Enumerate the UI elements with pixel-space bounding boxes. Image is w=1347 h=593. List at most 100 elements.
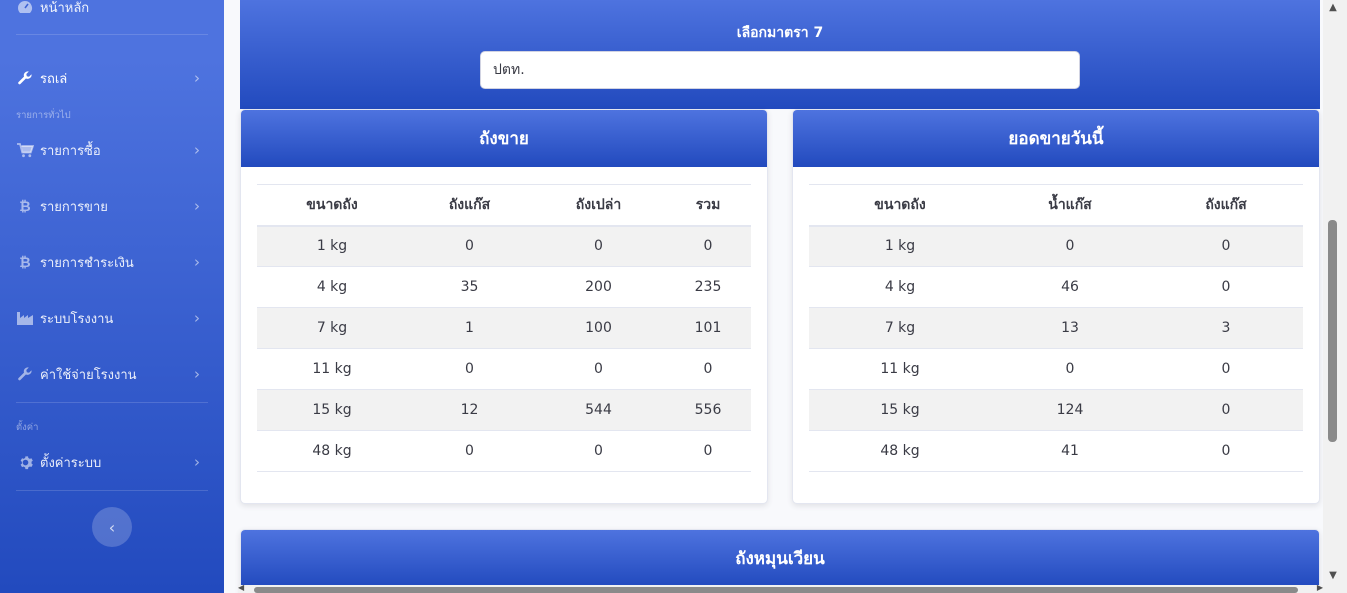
sidebar-item-dashboard[interactable]: หน้าหลัก (0, 0, 224, 22)
sidebar-item-payments[interactable]: ₿ รายการชำระเงิน › (0, 247, 224, 277)
table-cell: 1 (407, 307, 532, 349)
sidebar-item-settings[interactable]: ตั้งค่าระบบ › (0, 447, 224, 477)
table-cell: 0 (407, 225, 532, 267)
table-row: 48 kg 41 0 (809, 430, 1303, 472)
horizontal-scrollbar[interactable]: ◀ ▶ (238, 583, 1323, 593)
table-cell: 48 kg (257, 430, 407, 472)
scroll-right-arrow-icon[interactable]: ▶ (1317, 583, 1323, 592)
scrollbar-thumb[interactable] (254, 587, 1298, 593)
gauge-icon (16, 0, 34, 15)
stock-table-body: 1 kg 0 0 0 4 kg 35 200 235 7 kg 1 100 101 11 kg 0 0 0 15… (257, 225, 751, 472)
sales-table: ขนาดถัง น้ำแก๊ส ถังแก๊ส 1 kg 0 0 4 kg 46 0 7 k… (809, 184, 1303, 472)
table-cell: 4 kg (257, 266, 407, 308)
scrollbar-thumb[interactable] (1328, 220, 1337, 442)
scroll-left-arrow-icon[interactable]: ◀ (238, 583, 244, 592)
table-cell: 15 kg (257, 389, 407, 431)
chevron-right-icon: › (194, 141, 200, 159)
factory-icon (16, 310, 34, 326)
table-cell: 7 kg (257, 307, 407, 349)
table-cell: 11 kg (809, 348, 991, 390)
table-row: 7 kg 13 3 (809, 307, 1303, 349)
sidebar-item-label: รายการชำระเงิน (40, 255, 134, 271)
sidebar-collapse-button[interactable]: ‹ (92, 507, 132, 547)
table-cell: 0 (665, 225, 751, 267)
table-cell: 0 (532, 225, 665, 267)
stock-card: ถังขาย ขนาดถัง ถังแก๊ส ถังเปล่า รวม 1 kg… (240, 109, 768, 504)
bitcoin-icon: ₿ (19, 254, 31, 271)
sales-today-card: ยอดขายวันนี้ ขนาดถัง น้ำแก๊ส ถังแก๊ส 1 k… (792, 109, 1320, 504)
table-cell: 0 (1149, 225, 1303, 267)
sidebar-item-label: รายการซื้อ (40, 143, 101, 159)
table-cell: 41 (991, 430, 1149, 472)
sidebar-item-factory[interactable]: ระบบโรงงาน › (0, 303, 224, 333)
column-header: น้ำแก๊ส (991, 184, 1149, 227)
sidebar-item-sales[interactable]: ₿ รายการขาย › (0, 191, 224, 221)
table-cell: 0 (532, 348, 665, 390)
table-cell: 1 kg (257, 225, 407, 267)
section-banner: เลือกมาตรา 7 ปตท. (240, 0, 1320, 109)
vertical-scrollbar[interactable]: ▲ ▼ (1323, 0, 1347, 593)
column-header: รวม (665, 184, 751, 227)
cart-icon (16, 142, 34, 158)
table-row: 11 kg 0 0 (809, 348, 1303, 390)
table-cell: 48 kg (809, 430, 991, 472)
table-cell: 200 (532, 266, 665, 308)
table-cell: 15 kg (809, 389, 991, 431)
table-row: 1 kg 0 0 (809, 225, 1303, 267)
section-select[interactable]: ปตท. (480, 51, 1080, 89)
wrench-icon (16, 366, 34, 382)
table-cell: 556 (665, 389, 751, 431)
sidebar-item-factory-expenses[interactable]: ค่าใช้จ่ายโรงงาน › (0, 359, 224, 389)
table-cell: 7 kg (809, 307, 991, 349)
sidebar-heading-settings: ตั้งค่า (16, 422, 39, 433)
table-row: 11 kg 0 0 0 (257, 348, 751, 390)
table-cell: 0 (407, 348, 532, 390)
table-cell: 0 (665, 430, 751, 472)
table-cell: 0 (665, 348, 751, 390)
chevron-left-icon: ‹ (108, 517, 116, 537)
sidebar-item-purchases[interactable]: รายการซื้อ › (0, 135, 224, 165)
stock-card-title: ถังขาย (241, 110, 767, 167)
sidebar-divider (16, 34, 208, 35)
column-header: ถังเปล่า (532, 184, 665, 227)
table-row: 4 kg 35 200 235 (257, 266, 751, 308)
column-header: ถังแก๊ส (407, 184, 532, 227)
table-cell: 0 (1149, 430, 1303, 472)
table-cell: 0 (1149, 266, 1303, 308)
sidebar-item-trucks[interactable]: รถเล่ › (0, 63, 224, 93)
scroll-up-arrow-icon[interactable]: ▲ (1325, 0, 1341, 16)
chevron-right-icon: › (194, 253, 200, 271)
sidebar-item-label: รายการขาย (40, 199, 108, 215)
sidebar-item-label: ระบบโรงงาน (40, 311, 114, 327)
table-cell: 46 (991, 266, 1149, 308)
chevron-right-icon: › (194, 453, 200, 471)
table-row: 1 kg 0 0 0 (257, 225, 751, 267)
chevron-right-icon: › (194, 69, 200, 87)
table-cell: 0 (407, 430, 532, 472)
table-cell: 544 (532, 389, 665, 431)
column-header: ขนาดถัง (257, 184, 407, 227)
table-cell: 0 (532, 430, 665, 472)
table-cell: 3 (1149, 307, 1303, 349)
banner-title: เลือกมาตรา 7 (736, 25, 824, 41)
table-row: 48 kg 0 0 0 (257, 430, 751, 472)
table-header-row: ขนาดถัง น้ำแก๊ส ถังแก๊ส (809, 184, 1303, 227)
table-row: 4 kg 46 0 (809, 266, 1303, 308)
table-cell: 0 (991, 225, 1149, 267)
table-cell: 0 (991, 348, 1149, 390)
sales-card-title: ยอดขายวันนี้ (793, 110, 1319, 167)
column-header: ถังแก๊ส (1149, 184, 1303, 227)
table-cell: 235 (665, 266, 751, 308)
table-cell: 11 kg (257, 348, 407, 390)
column-header: ขนาดถัง (809, 184, 991, 227)
sidebar-divider (16, 402, 208, 403)
scroll-down-arrow-icon[interactable]: ▼ (1325, 568, 1341, 584)
table-cell: 12 (407, 389, 532, 431)
table-header-row: ขนาดถัง ถังแก๊ส ถังเปล่า รวม (257, 184, 751, 227)
main-content: เลือกมาตรา 7 ปตท. ถังขาย ขนาดถัง ถังแก๊ส… (224, 0, 1323, 593)
table-cell: 0 (1149, 389, 1303, 431)
sales-table-body: 1 kg 0 0 4 kg 46 0 7 kg 13 3 11 kg 0 0 15 kg 124 0 48 k… (809, 225, 1303, 472)
sidebar-item-label: ค่าใช้จ่ายโรงงาน (40, 367, 137, 383)
table-cell: 13 (991, 307, 1149, 349)
table-row: 15 kg 124 0 (809, 389, 1303, 431)
